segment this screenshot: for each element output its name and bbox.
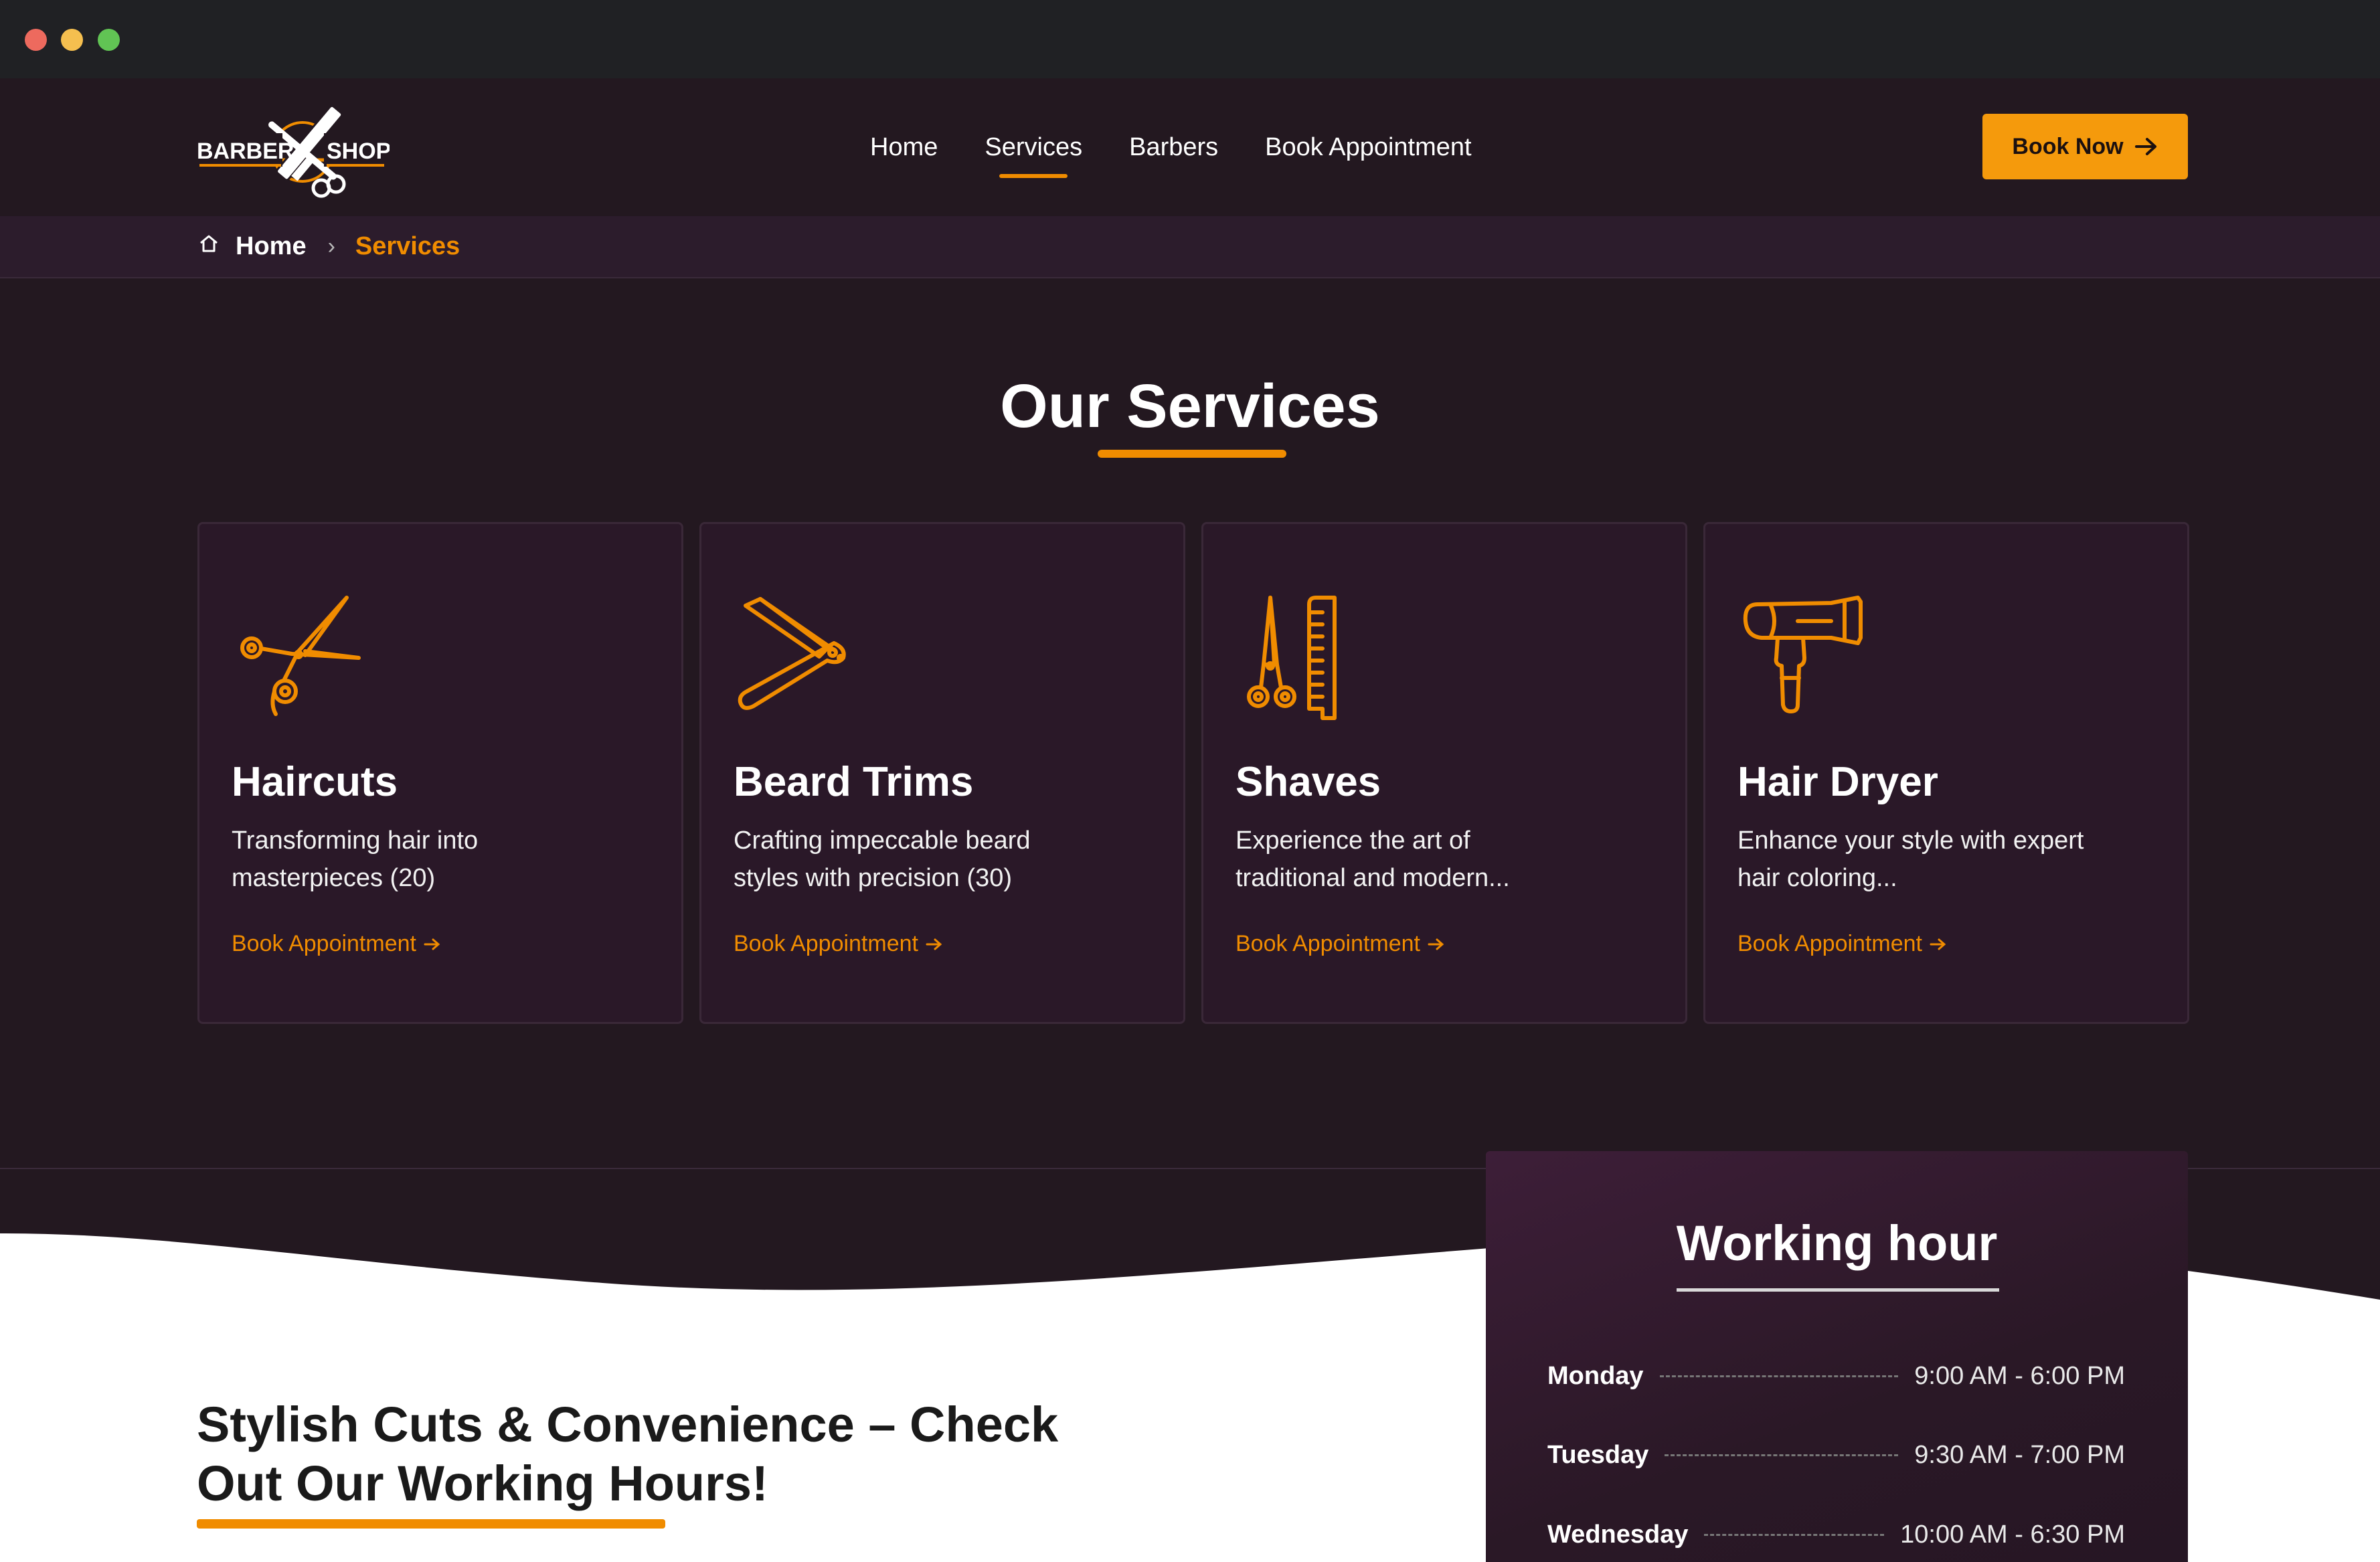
hours-row-monday: Monday 9:00 AM - 6:00 PM <box>1547 1362 2125 1391</box>
main-nav: Home Services Barbers Book Appointment <box>870 78 1519 216</box>
chevron-right-icon: › <box>327 234 335 259</box>
hours-time: 9:30 AM - 7:00 PM <box>1914 1441 2125 1469</box>
book-now-button[interactable]: Book Now <box>1982 114 2188 179</box>
services-title: Our Services <box>1000 372 1380 440</box>
hours-day: Wednesday <box>1547 1521 1689 1549</box>
book-appointment-link[interactable]: Book Appointment <box>1737 931 1948 957</box>
hours-time: 9:00 AM - 6:00 PM <box>1914 1362 2125 1390</box>
service-description: Crafting impeccable beard styles with pr… <box>734 827 1031 892</box>
services-title-underline <box>1098 450 1286 458</box>
service-description: Enhance your style with expert hair colo… <box>1737 827 2084 892</box>
service-description: Experience the art of traditional and mo… <box>1236 827 1510 892</box>
arrow-right-icon <box>1930 938 1946 950</box>
breadcrumb-current: Services <box>355 232 460 260</box>
arrow-right-icon <box>424 938 440 950</box>
service-card-shaves: Shaves Experience the art of traditional… <box>1201 522 1687 1024</box>
service-card-hair-dryer: Hair Dryer Enhance your style with exper… <box>1703 522 2189 1024</box>
breadcrumb-home-link[interactable]: Home <box>236 232 307 261</box>
arrow-right-icon <box>2134 138 2156 155</box>
arrow-right-icon <box>1428 938 1444 950</box>
working-hours-title-underline <box>1677 1288 1999 1292</box>
hours-day: Monday <box>1547 1362 1644 1390</box>
service-title: Hair Dryer <box>1737 759 1938 805</box>
window-minimize-button[interactable] <box>61 29 83 51</box>
scissors-comb-icon <box>1236 591 1383 725</box>
book-appointment-label: Book Appointment <box>734 931 918 956</box>
book-appointment-label: Book Appointment <box>1737 931 1922 956</box>
nav-link-services[interactable]: Services <box>985 133 1082 178</box>
service-title: Shaves <box>1236 759 1381 805</box>
working-hours-heading-underline <box>197 1519 665 1529</box>
breadcrumb: Home › Services <box>0 216 2380 278</box>
nav-link-book-appointment[interactable]: Book Appointment <box>1265 133 1471 162</box>
hair-dryer-icon <box>1737 591 1885 725</box>
service-description: Transforming hair into masterpieces (20) <box>232 827 479 892</box>
scissors-icon <box>232 591 379 725</box>
nav-link-barbers[interactable]: Barbers <box>1129 133 1218 162</box>
hours-dotted-leader <box>1665 1454 1899 1456</box>
hours-time: 10:00 AM - 6:30 PM <box>1900 1521 2125 1549</box>
service-title: Beard Trims <box>734 759 974 805</box>
hours-dotted-leader <box>1704 1534 1885 1536</box>
window-close-button[interactable] <box>25 29 47 51</box>
hours-row-wednesday: Wednesday 10:00 AM - 6:30 PM <box>1547 1521 2125 1549</box>
book-appointment-label: Book Appointment <box>1236 931 1420 956</box>
logo-text-barber: BARBER <box>197 139 294 164</box>
book-appointment-label: Book Appointment <box>232 931 416 956</box>
book-appointment-link[interactable]: Book Appointment <box>734 931 944 957</box>
working-hours-card: Working hour Monday 9:00 AM - 6:00 PM Tu… <box>1486 1151 2188 1562</box>
home-icon <box>200 235 218 252</box>
window-titlebar <box>0 0 2380 78</box>
working-hours-heading: Stylish Cuts & Convenience – Check Out O… <box>197 1397 1059 1511</box>
window-maximize-button[interactable] <box>98 29 120 51</box>
logo-text-shop: SHOP <box>327 139 390 164</box>
book-now-label: Book Now <box>2012 133 2124 159</box>
barber-shop-logo[interactable]: BARBER SHOP <box>195 90 390 204</box>
service-title: Haircuts <box>232 759 398 805</box>
hours-dotted-leader <box>1659 1375 1899 1377</box>
hours-day: Tuesday <box>1547 1441 1649 1469</box>
nav-link-home[interactable]: Home <box>870 133 938 162</box>
book-appointment-link[interactable]: Book Appointment <box>232 931 442 957</box>
book-appointment-link[interactable]: Book Appointment <box>1236 931 1446 957</box>
service-card-beard-trims: Beard Trims Crafting impeccable beard st… <box>699 522 1185 1024</box>
working-hours-title: Working hour <box>1676 1215 1998 1271</box>
razor-icon <box>734 591 881 725</box>
hours-row-tuesday: Tuesday 9:30 AM - 7:00 PM <box>1547 1441 2125 1470</box>
arrow-right-icon <box>926 938 942 950</box>
site-header: BARBER SHOP Home Services Barbers Book A… <box>0 78 2380 216</box>
service-card-haircuts: Haircuts Transforming hair into masterpi… <box>197 522 683 1024</box>
